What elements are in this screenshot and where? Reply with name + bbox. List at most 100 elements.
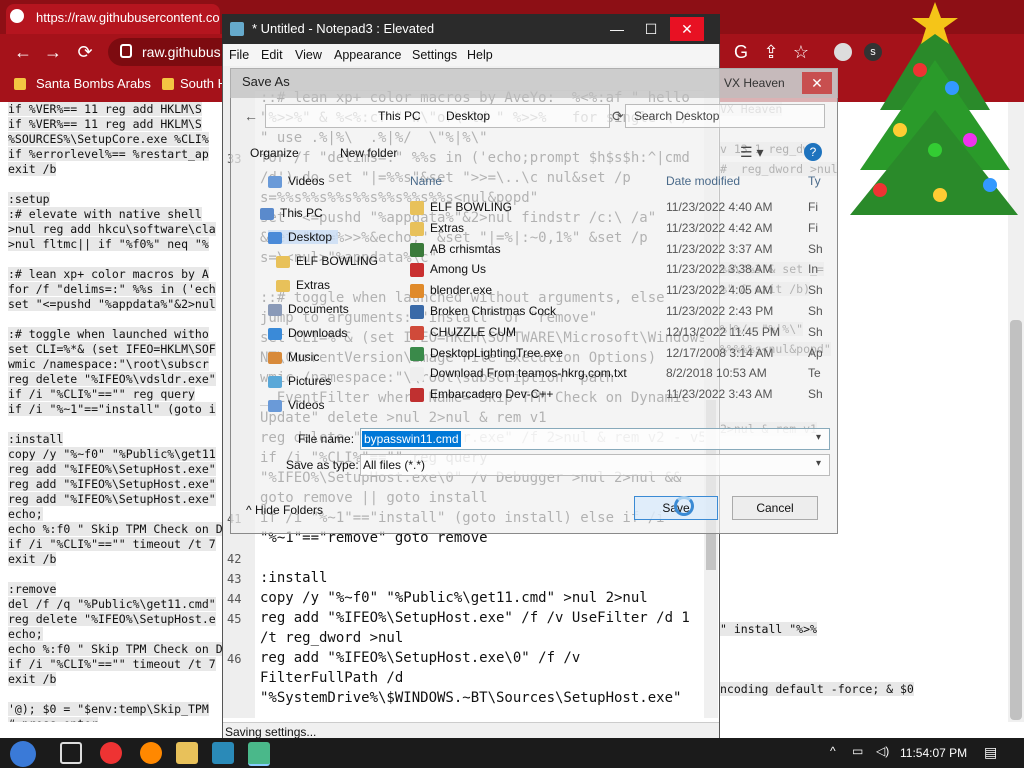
column-name[interactable]: Name [410,174,442,188]
maximize-button[interactable]: ☐ [634,17,668,41]
file-row[interactable]: Extras 11/23/2022 4:42 AM Fi [404,219,822,239]
menu-view[interactable]: View [295,44,322,66]
page-code-left: if %VER%== 11 reg add HKLM\S if %VER%== 1… [0,102,224,722]
column-type[interactable]: Ty [808,174,821,188]
file-name: ELF BOWLING [430,200,513,214]
page-code-line: reg add "%IFEO%\SetupHost.exe" [8,492,216,506]
task-view-icon[interactable] [60,742,82,764]
app-icon[interactable] [212,742,234,764]
hide-folders-toggle[interactable]: ^ Hide Folders [246,503,323,517]
nav-item-documents[interactable]: Documents [268,302,349,316]
chevron-down-icon[interactable]: ▾ [816,432,821,443]
file-row[interactable]: Download From teamos-hkrg.com.txt 8/2/201… [404,364,822,384]
chevron-down-icon[interactable]: ▾ [816,458,821,469]
file-row[interactable]: Among Us 11/23/2022 3:38 AM In [404,260,822,280]
menu-appearance[interactable]: Appearance [334,44,401,66]
bookmark-santa[interactable]: Santa Bombs Arabs [36,70,151,98]
file-row[interactable]: blender.exe 11/23/2022 4:05 AM Sh [404,281,822,301]
help-icon[interactable]: ? [804,143,822,161]
page-code-line: >nul fltmc|| if "%f0%" neq "% [8,237,209,251]
editor-line: reg add "%IFEO%\SetupHost.exe" /f /v Use… [260,610,690,626]
overlay-title: VX Heaven [724,76,785,90]
clock[interactable]: 11:54:07 PM [900,738,967,768]
breadcrumb-desktop[interactable]: Desktop [446,109,490,123]
nav-item-desktop[interactable]: Desktop [268,230,339,244]
network-icon[interactable]: ▭ [852,744,863,758]
nav-item-music[interactable]: Music [268,350,319,364]
nav-item-extras[interactable]: Extras [276,278,330,292]
nav-item-videos[interactable]: Videos [268,398,324,412]
savetype-select[interactable]: All files (*.*) [360,454,830,476]
volume-icon[interactable]: ◁) [876,744,889,758]
menu-settings[interactable]: Settings [412,44,457,66]
browser-tab[interactable]: https://raw.githubusercontent.co [6,4,220,34]
chevron-up-icon[interactable]: ^ [830,744,836,758]
file-row[interactable]: AB crhismtas 11/23/2022 3:37 AM Sh [404,240,822,260]
notepad3-taskbar-icon[interactable] [248,742,270,766]
nav-label: Videos [288,174,325,188]
breadcrumb[interactable]: This PC Desktop [265,104,610,128]
breadcrumb-this-pc[interactable]: This PC [378,109,421,123]
search-input[interactable]: Search Desktop [625,104,825,128]
page-scroll-thumb[interactable] [1010,320,1022,720]
file-row[interactable]: ELF BOWLING 11/23/2022 4:40 AM Fi [404,198,822,218]
column-date[interactable]: Date modified [666,174,740,188]
reload-icon[interactable]: ⟳ [72,39,98,65]
nav-label: Videos [288,398,325,412]
refresh-icon[interactable]: ⟳ [612,108,624,125]
menu-edit[interactable]: Edit [261,44,283,66]
bookmark-south[interactable]: South H [180,70,227,98]
back-icon[interactable]: ← [238,103,264,129]
view-options-icon[interactable]: ☰ ▾ [740,144,763,161]
page-code-line: '@); $0 = "$env:temp\Skip_TPM [8,702,209,716]
close-button[interactable]: ✕ [670,17,704,41]
forward-icon[interactable]: → [40,39,66,65]
nav-item-elf-bowling[interactable]: ELF BOWLING [276,254,378,268]
file-row[interactable]: DesktopLightingTree.exe 12/17/2008 3:14 A… [404,344,822,364]
firefox-icon[interactable] [140,742,162,764]
chrome-icon[interactable] [100,742,122,764]
file-row[interactable]: CHUZZLE CUM 12/13/2022 11:45 PM Sh [404,323,822,343]
file-type: Fi [808,200,818,214]
music-icon [268,351,282,364]
nav-item-downloads[interactable]: Downloads [268,326,347,340]
address-text: raw.githubus [142,44,221,60]
file-date: 8/2/2018 10:53 AM [666,366,767,381]
file-date: 11/23/2022 3:38 AM [666,262,773,277]
file-row[interactable]: Broken Christmas Cock 11/23/2022 2:43 PM S… [404,302,822,322]
minimize-button[interactable]: — [600,17,634,41]
star-icon[interactable]: ☆ [788,39,814,65]
taskbar: ^ ▭ ◁) 11:54:07 PM ▤ [0,738,1024,768]
lock-icon [120,44,132,58]
start-button-icon[interactable] [10,741,36,767]
filename-text: bypasswin11.cmd [362,431,461,447]
page-code-line: exit /b [8,672,57,686]
page-code-line: # press enter [8,717,99,722]
nav-item-this-pc[interactable]: This PC [260,206,323,220]
file-name: Download From teamos-hkrg.com.txt [430,366,627,381]
notepad3-titlebar[interactable]: * Untitled - Notepad3 : Elevated — ☐ ✕ [222,14,720,44]
nav-item-videos-top[interactable]: Videos [268,174,324,188]
file-name: CHUZZLE CUM [430,324,516,339]
page-code-line: echo; [8,507,43,521]
organize-button[interactable]: Organize [250,146,299,160]
google-icon[interactable]: G [728,39,754,65]
file-explorer-icon[interactable] [176,742,198,764]
file-name: blender.exe [430,283,493,298]
nav-item-pictures[interactable]: Pictures [268,374,331,388]
save-as-close-button[interactable]: ✕ [802,72,832,94]
save-as-titlebar[interactable]: Save As VX Heaven ✕ [230,68,838,98]
page-code-line: if /i "%~1"=="install" (goto i [8,402,216,416]
back-icon[interactable]: ← [10,39,36,65]
notification-icon[interactable]: ▤ [984,744,997,761]
menu-help[interactable]: Help [467,44,493,66]
file-row[interactable]: Embarcadero Dev-C++ 11/23/2022 3:43 AM Sh [404,385,822,402]
cancel-button[interactable]: Cancel [732,496,818,520]
file-icon [410,367,424,382]
menu-file[interactable]: File [229,44,249,66]
page-code-line: :install [8,432,64,446]
new-folder-button[interactable]: New folder [340,146,397,160]
share-icon[interactable]: ⇪ [758,39,784,65]
search-placeholder: Search Desktop [634,109,720,123]
file-name: Among Us [430,262,487,277]
